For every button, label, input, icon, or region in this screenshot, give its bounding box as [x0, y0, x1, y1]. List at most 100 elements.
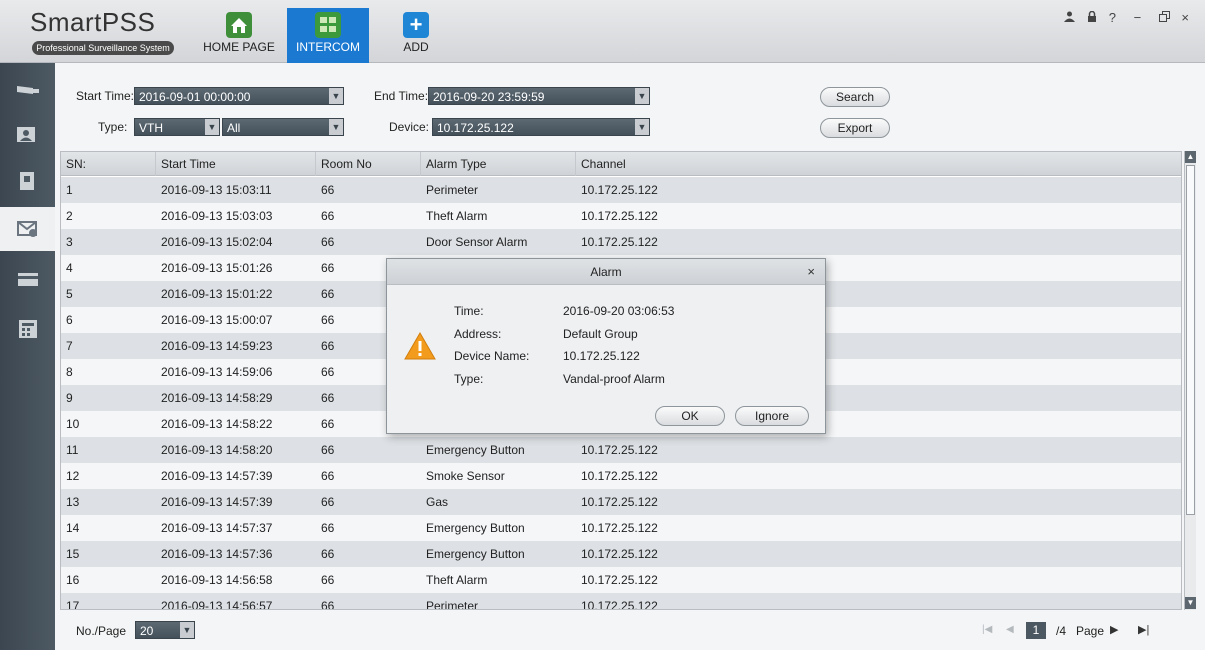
dialog-time-value: 2016-09-20 03:06:53 — [563, 304, 675, 318]
next-page-icon[interactable]: ▶ — [1110, 623, 1118, 636]
dialog-type-label: Type: — [454, 372, 484, 386]
cell-channel: 10.172.25.122 — [581, 469, 658, 483]
chevron-down-icon[interactable]: ▼ — [329, 119, 343, 135]
minimize-icon[interactable]: − — [1134, 10, 1148, 25]
dialog-ok-button[interactable]: OK — [655, 406, 725, 426]
dialog-close-icon[interactable]: × — [807, 259, 815, 285]
cell-alarm-type: Emergency Button — [426, 547, 525, 561]
sidebar-item-camera[interactable] — [0, 69, 55, 113]
type-sub-select[interactable]: All ▼ — [222, 118, 344, 136]
chevron-down-icon[interactable]: ▼ — [180, 622, 194, 638]
dialog-ignore-button[interactable]: Ignore — [735, 406, 809, 426]
alarm-dialog: Alarm × Time: 2016-09-20 03:06:53 Addres… — [386, 258, 826, 434]
cell-alarm-type: Smoke Sensor — [426, 469, 505, 483]
table-footer: No./Page 20 ▼ |◀ ◀ 1 /4 Page ▶ ▶| — [60, 610, 1196, 650]
dialog-device-name-value: 10.172.25.122 — [563, 349, 640, 363]
card-icon — [17, 273, 38, 286]
table-row[interactable]: 1 2016-09-13 15:03:11 66 Perimeter 10.172.25… — [61, 177, 1181, 203]
cell-alarm-type: Perimeter — [426, 183, 479, 197]
end-time-field[interactable]: 2016-09-20 23:59:59 ▼ — [428, 87, 650, 105]
restore-icon[interactable] — [1158, 10, 1170, 25]
user-icon[interactable] — [1064, 10, 1076, 25]
cell-alarm-type: Theft Alarm — [426, 209, 488, 223]
table-row[interactable]: 3 2016-09-13 15:02:04 66 Door Sensor Alarm 1… — [61, 229, 1181, 255]
cell-channel: 10.172.25.122 — [581, 209, 658, 223]
column-header-sn[interactable]: SN: — [61, 152, 156, 176]
cell-sn: 3 — [66, 235, 73, 249]
camera-icon — [16, 86, 39, 94]
table-row[interactable]: 16 2016-09-13 14:56:58 66 Theft Alarm 10.172… — [61, 567, 1181, 593]
lock-icon[interactable] — [1087, 10, 1097, 25]
sidebar-item-person[interactable] — [0, 113, 55, 157]
cell-start-time: 2016-09-13 14:59:23 — [161, 339, 273, 353]
column-header-start-time[interactable]: Start Time — [156, 152, 316, 176]
page-number-input[interactable]: 1 — [1026, 622, 1046, 639]
sidebar-item-door[interactable] — [0, 159, 55, 203]
cell-sn: 8 — [66, 365, 73, 379]
cell-channel: 10.172.25.122 — [581, 183, 658, 197]
logo-main: SmartPSS — [30, 7, 156, 37]
type-sub-value: All — [227, 121, 241, 135]
dialog-time-label: Time: — [454, 304, 484, 318]
table-row[interactable]: 2 2016-09-13 15:03:03 66 Theft Alarm 10.172.… — [61, 203, 1181, 229]
chevron-down-icon[interactable]: ▼ — [635, 119, 649, 135]
type-value: VTH — [139, 121, 163, 135]
cell-channel: 10.172.25.122 — [581, 547, 658, 561]
dialog-type-value: Vandal-proof Alarm — [563, 372, 665, 386]
start-time-value: 2016-09-01 00:00:00 — [139, 90, 251, 104]
export-button[interactable]: Export — [820, 118, 890, 138]
prev-page-icon[interactable]: ◀ — [1006, 624, 1014, 635]
keypad-icon — [18, 320, 37, 338]
cell-room-no: 66 — [321, 183, 335, 197]
chevron-down-icon[interactable]: ▼ — [205, 119, 219, 135]
vertical-scrollbar[interactable]: ▲ ▼ — [1184, 151, 1196, 610]
end-time-label: End Time: — [374, 89, 429, 103]
sidebar-item-alarm-records[interactable] — [0, 207, 55, 251]
cell-start-time: 2016-09-13 15:03:11 — [161, 183, 272, 197]
tab-intercom[interactable]: INTERCOM — [287, 8, 369, 63]
last-page-icon[interactable]: ▶| — [1138, 623, 1149, 636]
cell-start-time: 2016-09-13 14:57:39 — [161, 469, 273, 483]
table-row[interactable]: 15 2016-09-13 14:57:36 66 Emergency Button 1… — [61, 541, 1181, 567]
cell-sn: 11 — [66, 443, 79, 457]
cell-sn: 13 — [66, 495, 80, 509]
cell-sn: 12 — [66, 469, 80, 483]
cell-sn: 17 — [66, 599, 80, 610]
tab-add[interactable]: + ADD — [392, 8, 440, 63]
cell-room-no: 66 — [321, 547, 335, 561]
table-row[interactable]: 13 2016-09-13 14:57:39 66 Gas 10.172.25.122 — [61, 489, 1181, 515]
help-icon[interactable]: ? — [1109, 10, 1122, 25]
device-label: Device: — [389, 120, 430, 134]
scroll-down-icon[interactable]: ▼ — [1185, 597, 1196, 609]
scrollbar-thumb[interactable] — [1186, 165, 1195, 515]
type-select[interactable]: VTH ▼ — [134, 118, 220, 136]
search-button[interactable]: Search — [820, 87, 890, 107]
scroll-up-icon[interactable]: ▲ — [1185, 151, 1196, 163]
close-icon[interactable]: × — [1181, 10, 1195, 25]
table-row[interactable]: 17 2016-09-13 14:56:57 66 Perimeter 10.172.2… — [61, 593, 1181, 610]
table-row[interactable]: 12 2016-09-13 14:57:39 66 Smoke Sensor 10.17… — [61, 463, 1181, 489]
chevron-down-icon[interactable]: ▼ — [329, 88, 343, 104]
column-header-room-no[interactable]: Room No — [316, 152, 421, 176]
chevron-down-icon[interactable]: ▼ — [635, 88, 649, 104]
table-row[interactable]: 11 2016-09-13 14:58:20 66 Emergency Button 1… — [61, 437, 1181, 463]
cell-sn: 14 — [66, 521, 80, 535]
cell-sn: 6 — [66, 313, 73, 327]
cell-start-time: 2016-09-13 14:57:36 — [161, 547, 273, 561]
warning-icon — [403, 331, 437, 361]
tab-home-page[interactable]: HOME PAGE — [199, 8, 279, 63]
column-header-channel[interactable]: Channel — [576, 152, 1181, 176]
column-header-alarm-type[interactable]: Alarm Type — [421, 152, 576, 176]
table-row[interactable]: 14 2016-09-13 14:57:37 66 Emergency Button 1… — [61, 515, 1181, 541]
first-page-icon[interactable]: |◀ — [982, 624, 992, 635]
start-time-field[interactable]: 2016-09-01 00:00:00 ▼ — [134, 87, 344, 105]
start-time-label: Start Time: — [76, 89, 135, 103]
window-controls: ? − × — [1062, 10, 1195, 25]
sidebar-item-keypad[interactable] — [0, 307, 55, 351]
cell-room-no: 66 — [321, 573, 335, 587]
device-select[interactable]: 10.172.25.122 ▼ — [432, 118, 650, 136]
app-logo: SmartPSS Professional Surveillance Syste… — [30, 7, 180, 57]
sidebar-item-card[interactable] — [0, 257, 55, 301]
per-page-select[interactable]: 20 ▼ — [135, 621, 195, 639]
tab-intercom-label: INTERCOM — [296, 40, 360, 54]
